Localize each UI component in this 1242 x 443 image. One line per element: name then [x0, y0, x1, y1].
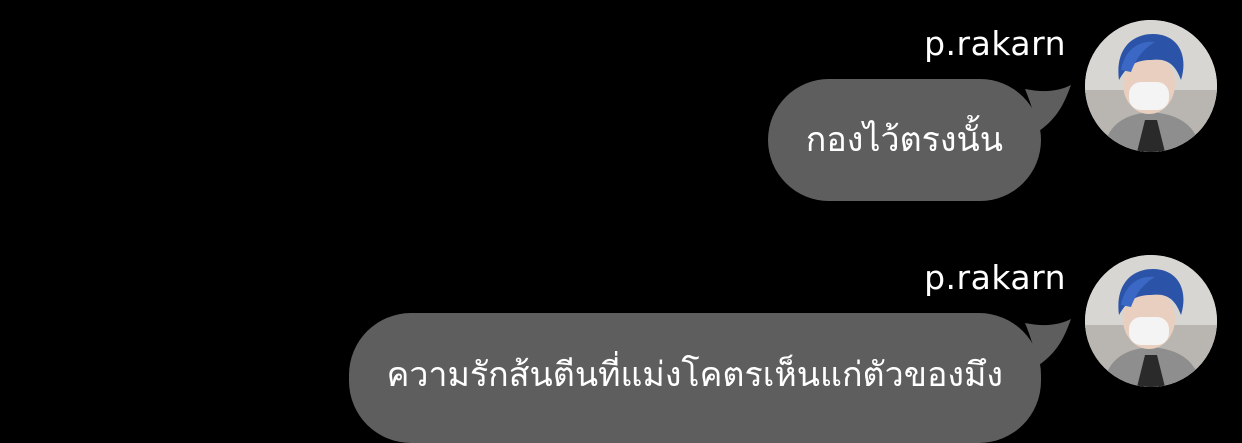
bubble-tail-icon	[1025, 319, 1071, 365]
sender-name: p.rakarn	[924, 258, 1066, 297]
profile-avatar[interactable]	[1085, 255, 1217, 387]
message-bubble[interactable]: กองไว้ตรงนั้น	[767, 79, 1071, 201]
message-text: ความรักส้นตีนที่แม่งโคตรเห็นแก่ตัวของมึง	[386, 355, 1003, 395]
avatar-photo-icon	[1085, 20, 1217, 152]
sender-name: p.rakarn	[924, 24, 1066, 63]
message-bubble[interactable]: ความรักส้นตีนที่แม่งโคตรเห็นแก่ตัวของมึง	[348, 313, 1071, 443]
profile-avatar[interactable]	[1085, 20, 1217, 152]
avatar-photo-icon	[1085, 255, 1217, 387]
message-text: กองไว้ตรงนั้น	[805, 120, 1003, 160]
chat-thread: p.rakarn กองไว้ตรงนั้น p.rakarn ความรักส…	[0, 0, 1242, 443]
bubble-tail-icon	[1025, 85, 1071, 131]
